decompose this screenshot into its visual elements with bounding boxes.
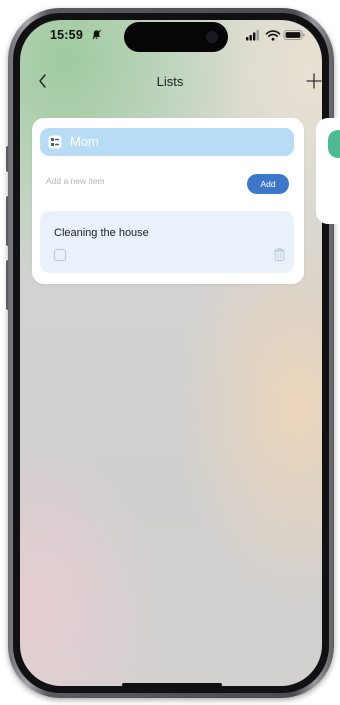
battery-icon	[283, 30, 305, 40]
list-item[interactable]: Cleaning the house	[40, 211, 294, 273]
bell-muted-icon	[92, 29, 102, 40]
list-icon	[48, 135, 62, 149]
plus-icon[interactable]	[305, 72, 323, 90]
page-title: Lists	[156, 74, 184, 89]
next-list-card[interactable]	[316, 118, 340, 224]
wifi-icon	[265, 30, 281, 41]
list-card-header[interactable]: Mom	[40, 128, 294, 156]
front-camera	[206, 31, 218, 43]
list-item-title: Cleaning the house	[54, 227, 149, 239]
home-indicator[interactable]	[122, 683, 222, 687]
next-list-card-header	[328, 130, 340, 158]
trash-icon[interactable]	[274, 248, 285, 261]
list-card: Mom Add a new item Add Cleaning the hous…	[32, 118, 304, 284]
dynamic-island	[124, 22, 228, 52]
list-title: Mom	[70, 134, 99, 149]
status-time: 15:59	[50, 28, 83, 42]
screenshot-stage: 15:59 Lists Mom Add a new item Add Clean…	[0, 0, 340, 705]
status-icons	[246, 30, 305, 41]
add-item-input[interactable]: Add a new item	[46, 176, 266, 186]
list-item-checkbox[interactable]	[54, 249, 66, 261]
add-item-button[interactable]: Add	[247, 174, 289, 194]
signal-icon	[246, 30, 259, 41]
